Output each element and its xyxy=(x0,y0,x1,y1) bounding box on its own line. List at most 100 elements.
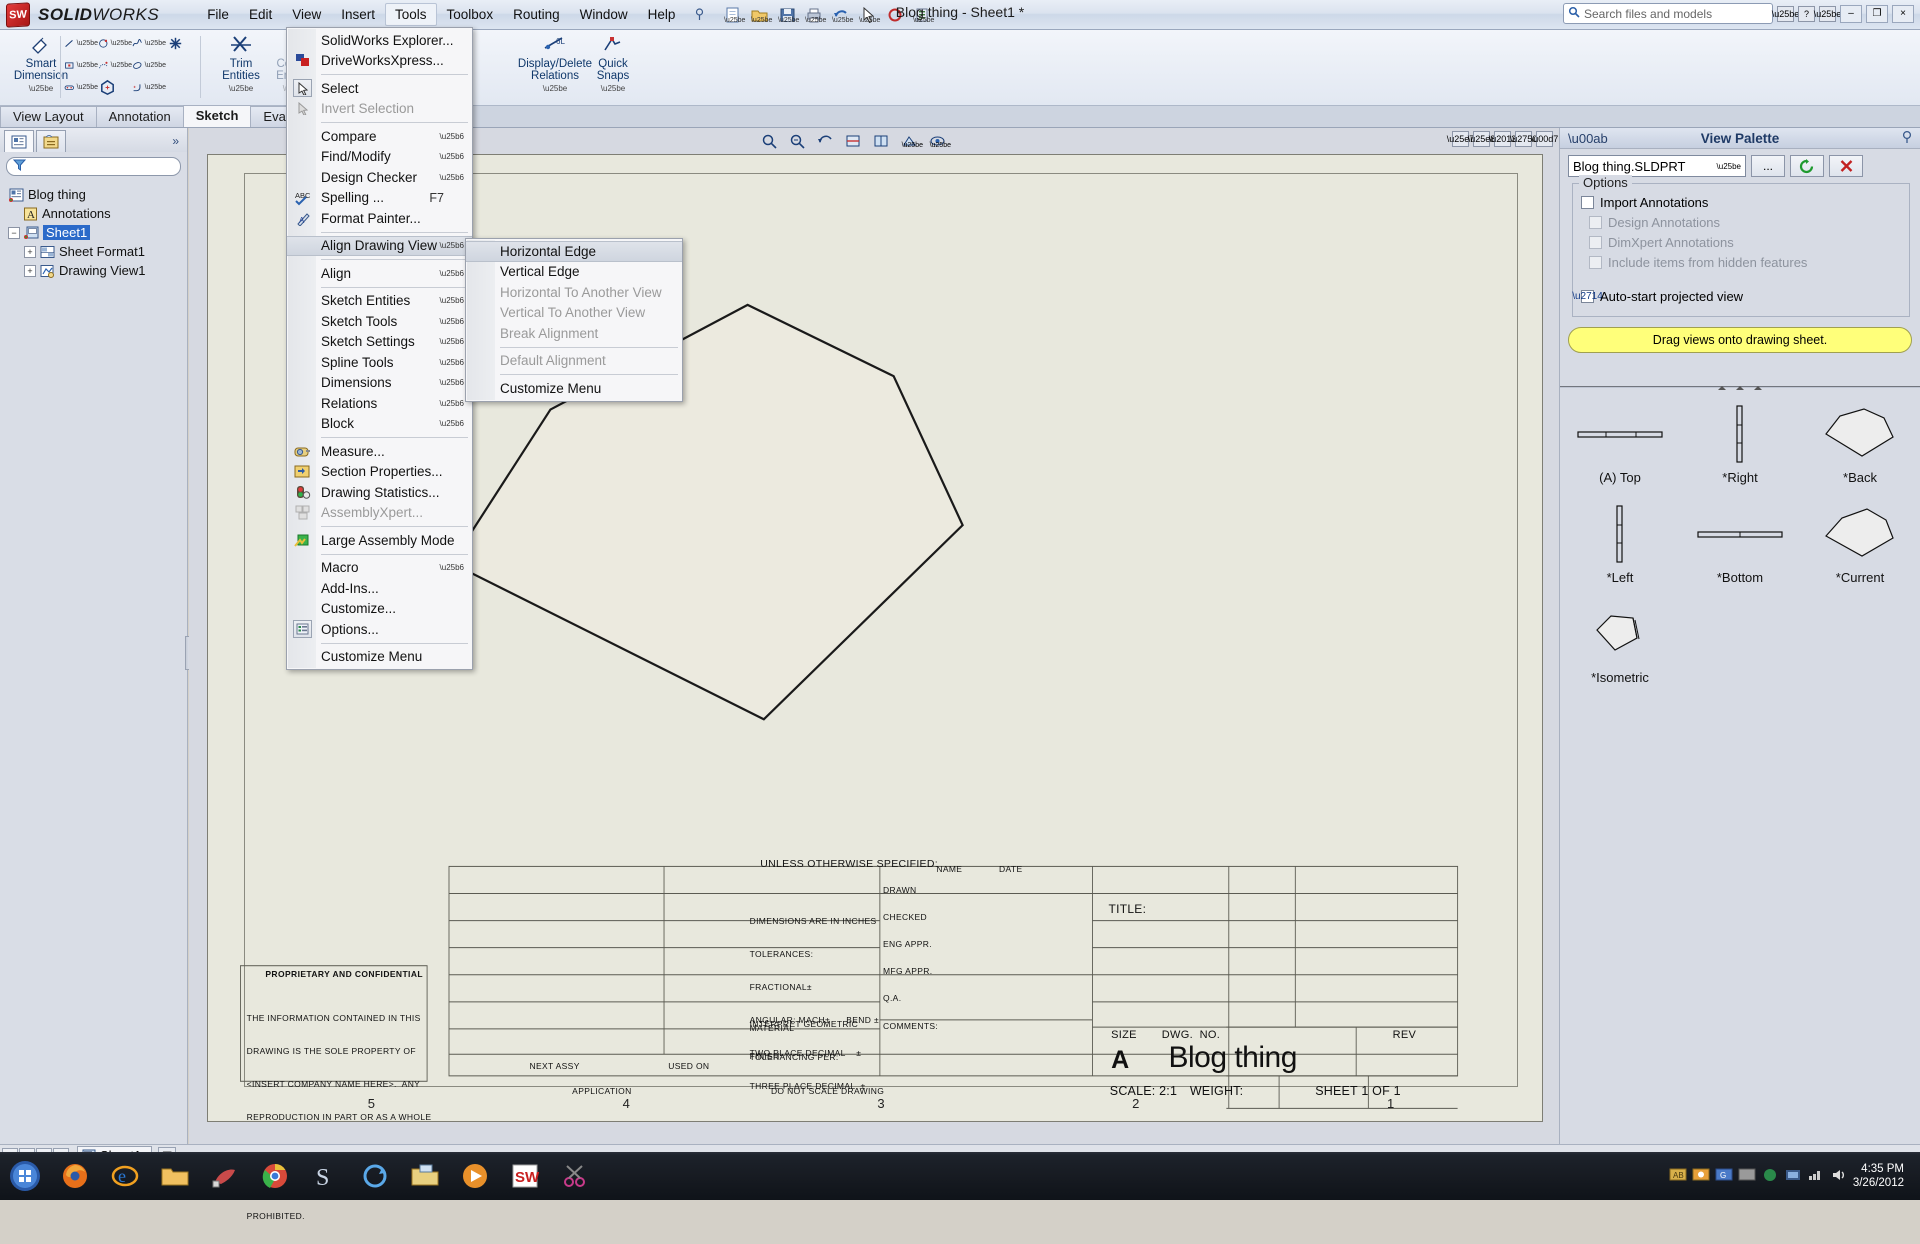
circle-icon[interactable]: \u25be xyxy=(98,32,132,54)
menu-tools[interactable]: Tools xyxy=(385,3,437,26)
tree-node-sheet1[interactable]: − Sheet1 xyxy=(6,223,185,242)
document-window-buttons[interactable]: \u25e7 \u25e8 \u2013 \u2750 \u00d7 xyxy=(1447,131,1558,147)
palette-view-current[interactable]: *Current xyxy=(1800,498,1920,598)
palette-resize-handle[interactable] xyxy=(1718,386,1762,390)
firefox-icon[interactable] xyxy=(52,1155,98,1197)
option-design-annotations[interactable]: Design Annotations xyxy=(1589,212,1901,232)
search-input[interactable]: Search files and models xyxy=(1563,3,1773,24)
system-tray[interactable]: AB G 4:35 PM 3/26/2012 xyxy=(1669,1162,1910,1190)
submenu-item-customize-menu[interactable]: Customize Menu xyxy=(466,378,682,399)
tree-expand-toggle[interactable]: + xyxy=(24,264,36,277)
option-import-annotations[interactable]: Import Annotations xyxy=(1581,192,1901,212)
property-manager-tab[interactable] xyxy=(36,130,66,152)
explorer-icon[interactable] xyxy=(402,1155,448,1197)
feature-manager-tab-strip[interactable]: » xyxy=(0,128,187,152)
menu-item-driveworksxpress[interactable]: DriveWorksXpress... xyxy=(287,51,472,72)
menu-bar[interactable]: File Edit View Insert Tools Toolbox Rout… xyxy=(197,0,707,30)
tree-node-drawing-view1[interactable]: + Drawing View1 xyxy=(6,261,185,280)
slot-icon[interactable]: \u25be xyxy=(64,76,98,98)
sketch-entities-group[interactable]: \u25be \u25be \u25be \u25be \u25be \u25b… xyxy=(64,32,200,98)
checkbox[interactable] xyxy=(1589,235,1602,249)
menu-routing[interactable]: Routing xyxy=(503,3,570,26)
quick-snaps-button[interactable]: Quick Snaps \u25be xyxy=(576,32,650,93)
display-delete-relations-dropdown-icon[interactable]: \u25be xyxy=(543,84,567,93)
open-document-icon[interactable]: \u25be xyxy=(748,4,772,26)
media-player-icon[interactable] xyxy=(452,1155,498,1197)
tree-node-blog-thing[interactable]: Blog thing xyxy=(6,185,185,204)
trim-entities-dropdown-icon[interactable]: \u25be xyxy=(229,84,253,93)
menu-item-customize[interactable]: Customize... xyxy=(287,599,472,620)
print-icon[interactable]: \u25be xyxy=(802,4,826,26)
hide-show-items-icon[interactable]: \u25be xyxy=(927,131,951,151)
palette-view-bottom[interactable]: *Bottom xyxy=(1680,498,1800,598)
menu-item-options[interactable]: Options... xyxy=(287,619,472,640)
menu-item-relations[interactable]: Relations \u25b6 xyxy=(287,393,472,414)
menu-window[interactable]: Window xyxy=(570,3,638,26)
menu-item-solidworks-explorer[interactable]: SolidWorks Explorer... xyxy=(287,30,472,51)
help-dropdown-icon[interactable]: \u25be xyxy=(1814,5,1841,22)
checkbox[interactable] xyxy=(1581,195,1594,209)
rectangle-icon[interactable]: \u25be xyxy=(64,54,98,76)
menu-help[interactable]: Help xyxy=(638,3,686,26)
help-icon[interactable]: ? xyxy=(1798,5,1815,22)
start-orb-icon[interactable] xyxy=(2,1155,48,1197)
sync-icon[interactable] xyxy=(352,1155,398,1197)
menu-insert[interactable]: Insert xyxy=(331,3,385,26)
select-tool-icon[interactable]: \u25be xyxy=(856,4,880,26)
tile-left-icon[interactable]: \u25e7 xyxy=(1447,131,1474,147)
document-select[interactable]: Blog thing.SLDPRT \u25be xyxy=(1568,155,1746,177)
tree-expand-toggle[interactable]: + xyxy=(24,245,36,258)
volume-icon[interactable] xyxy=(1830,1167,1848,1186)
menu-item-drawing-statistics[interactable]: Drawing Statistics... xyxy=(287,482,472,503)
point-icon[interactable] xyxy=(166,32,200,54)
menu-item-spelling[interactable]: ABC Spelling ... F7 xyxy=(287,188,472,209)
window-close-button[interactable]: × xyxy=(1892,4,1914,23)
view-orientation-icon[interactable] xyxy=(871,131,891,151)
doc-restore-button[interactable]: \u2750 xyxy=(1510,131,1537,147)
menu-item-select[interactable]: Select xyxy=(287,78,472,99)
options-gear-icon[interactable]: \u25be xyxy=(910,4,934,26)
smart-dimension-dropdown-icon[interactable]: \u25be xyxy=(29,84,53,93)
menu-item-large-assembly-mode[interactable]: Large Assembly Mode xyxy=(287,530,472,551)
new-document-icon[interactable]: \u25be xyxy=(721,4,745,26)
tab-annotation[interactable]: Annotation xyxy=(95,106,184,127)
menu-item-spline-tools[interactable]: Spline Tools \u25b6 xyxy=(287,352,472,373)
browse-button[interactable]: ... xyxy=(1751,155,1785,177)
menu-item-add-ins[interactable]: Add-Ins... xyxy=(287,578,472,599)
palette-view-top[interactable]: (A) Top xyxy=(1560,398,1680,498)
menu-item-block[interactable]: Block \u25b6 xyxy=(287,414,472,435)
menu-item-find-modify[interactable]: Find/Modify \u25b6 xyxy=(287,147,472,168)
pushpin-icon[interactable] xyxy=(1900,130,1914,147)
menu-item-sketch-settings[interactable]: Sketch Settings \u25b6 xyxy=(287,332,472,353)
palette-view-isometric[interactable]: *Isometric xyxy=(1560,598,1680,698)
windows-taskbar[interactable]: e S SW AB G 4:35 PM 3/26/2012 xyxy=(0,1152,1920,1200)
display-style-icon[interactable]: \u25be xyxy=(899,131,923,151)
internet-explorer-icon[interactable]: e xyxy=(102,1155,148,1197)
view-thumbnails-area[interactable]: (A) Top *Right *Back *Left *Bottom *Curr… xyxy=(1560,386,1920,1144)
tray-icon[interactable] xyxy=(1761,1167,1779,1186)
submenu-item-vertical-edge[interactable]: Vertical Edge xyxy=(466,262,682,283)
paint-icon[interactable] xyxy=(202,1155,248,1197)
fillet-icon[interactable]: \u25be xyxy=(132,76,166,98)
line-icon[interactable]: \u25be xyxy=(64,32,98,54)
section-view-icon[interactable] xyxy=(843,131,863,151)
option-include-hidden-features[interactable]: Include items from hidden features xyxy=(1589,252,1901,272)
doc-close-button[interactable]: \u00d7 xyxy=(1531,131,1558,147)
solidworks-app-icon[interactable]: SW xyxy=(502,1155,548,1197)
tray-icon[interactable] xyxy=(1692,1167,1710,1186)
feature-tree[interactable]: Blog thing A Annotations − Sheet1 + Shee… xyxy=(0,181,187,280)
tree-node-annotations[interactable]: A Annotations xyxy=(6,204,185,223)
menu-view[interactable]: View xyxy=(282,3,331,26)
ellipse-icon[interactable]: \u25be xyxy=(132,54,166,76)
s-app-icon[interactable]: S xyxy=(302,1155,348,1197)
checkbox[interactable] xyxy=(1589,255,1602,269)
menu-item-section-properties[interactable]: Section Properties... xyxy=(287,462,472,483)
tree-node-sheet-format1[interactable]: + Sheet Format1 xyxy=(6,242,185,261)
search-dropdown-icon[interactable]: \u25be xyxy=(1772,5,1799,22)
pushpin-icon[interactable] xyxy=(691,7,707,23)
menu-item-sketch-tools[interactable]: Sketch Tools \u25b6 xyxy=(287,311,472,332)
network-icon[interactable] xyxy=(1807,1167,1825,1186)
checkbox[interactable]: \u2714 xyxy=(1572,289,1603,303)
menu-item-format-painter[interactable]: A Format Painter... xyxy=(287,208,472,229)
menu-item-measure[interactable]: Measure... xyxy=(287,441,472,462)
